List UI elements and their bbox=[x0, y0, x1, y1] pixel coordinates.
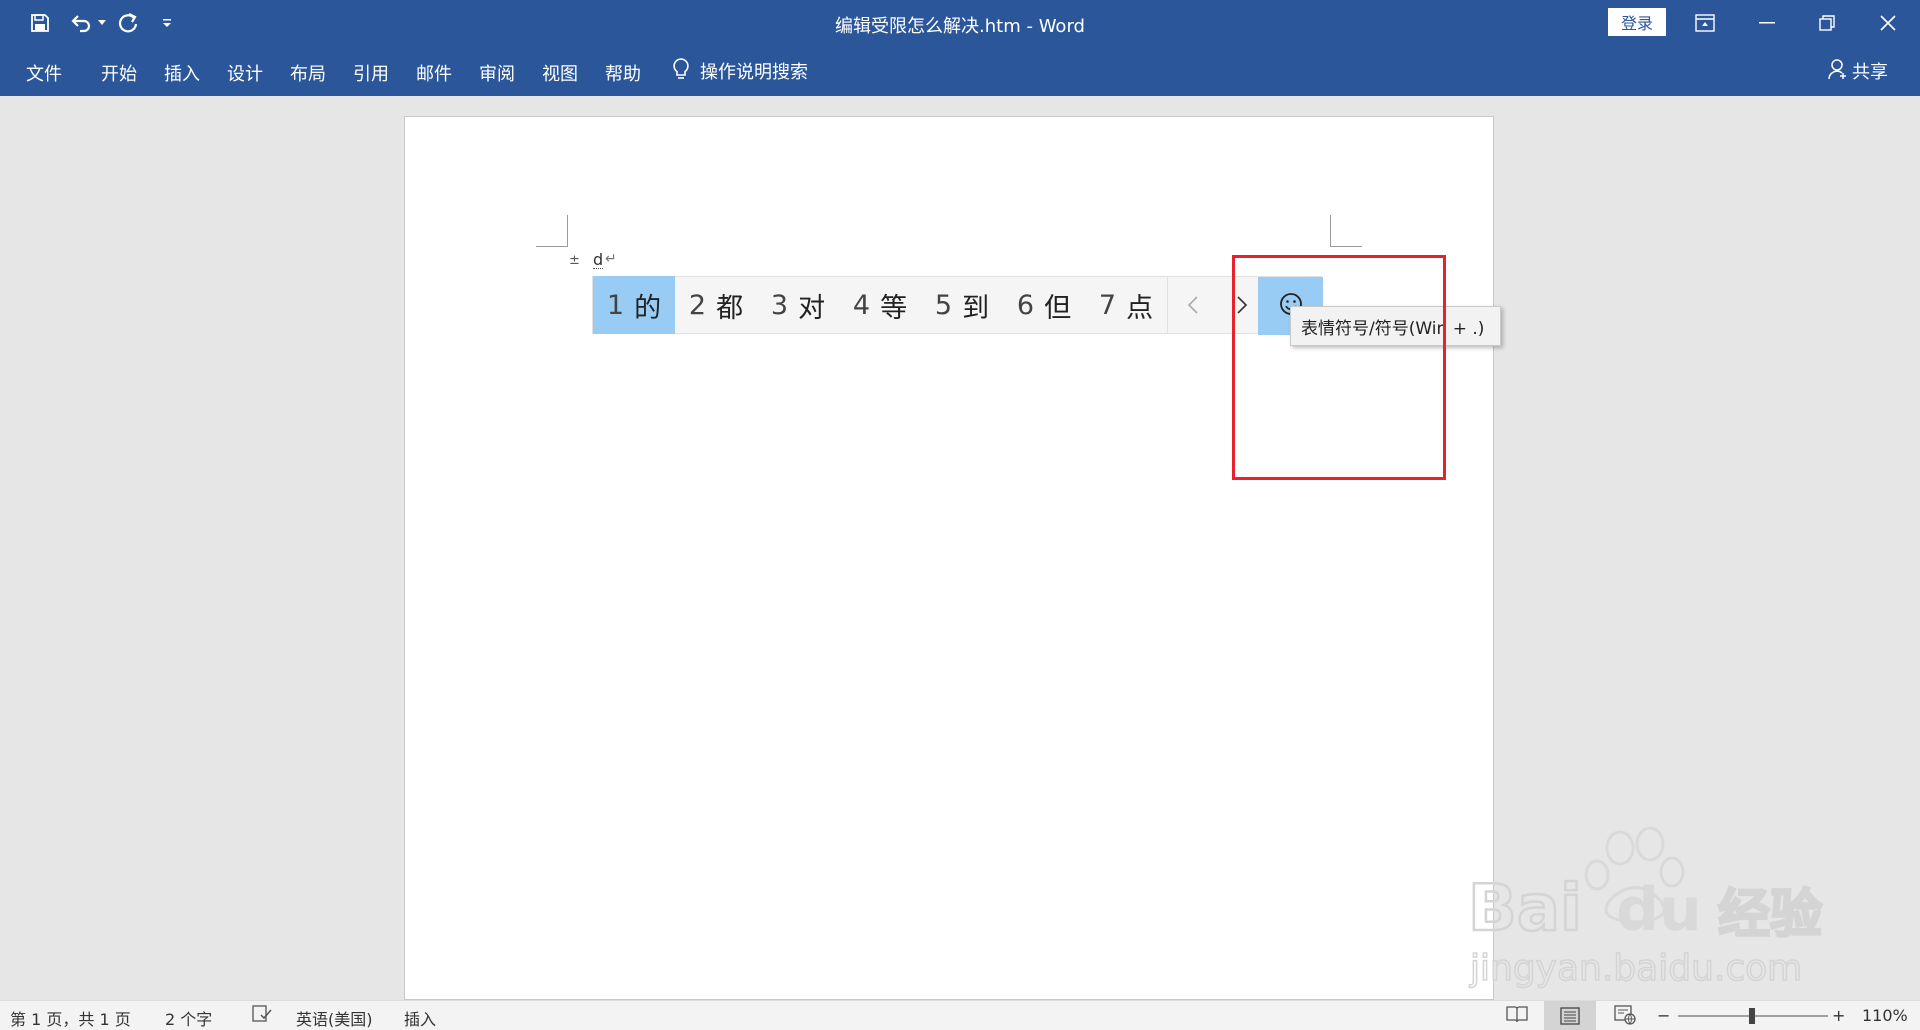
tab-layout[interactable]: 布局 bbox=[290, 60, 326, 86]
print-layout-icon[interactable] bbox=[1544, 1001, 1596, 1030]
candidate-number: 7 bbox=[1098, 289, 1117, 321]
search-label: 操作说明搜索 bbox=[700, 62, 808, 83]
candidate-char: 点 bbox=[1126, 292, 1154, 324]
share-label: 共享 bbox=[1852, 62, 1888, 83]
tab-view[interactable]: 视图 bbox=[542, 60, 578, 86]
candidate-number: 5 bbox=[934, 289, 953, 321]
language-indicator[interactable]: 英语(美国) bbox=[296, 1006, 373, 1030]
zoom-slider-thumb[interactable] bbox=[1749, 1008, 1755, 1024]
undo-icon[interactable] bbox=[66, 8, 96, 38]
status-bar: 第 1 页，共 1 页 2 个字 英语(美国) 插入 − + 110% bbox=[0, 1000, 1920, 1030]
zoom-level[interactable]: 110% bbox=[1862, 1006, 1908, 1025]
tab-design[interactable]: 设计 bbox=[227, 60, 263, 86]
login-button[interactable]: 登录 bbox=[1608, 8, 1666, 36]
chevron-left-icon[interactable] bbox=[1167, 276, 1217, 334]
annotation-highlight-box bbox=[1232, 255, 1446, 480]
page-info[interactable]: 第 1 页，共 1 页 bbox=[10, 1006, 131, 1030]
candidate-char: 都 bbox=[716, 292, 744, 324]
share-button[interactable]: 共享 bbox=[1828, 56, 1888, 86]
candidate-4[interactable]: 4等 bbox=[839, 276, 921, 334]
undo-dropdown-icon[interactable] bbox=[96, 8, 108, 38]
watermark-url: jingyan.baidu.com bbox=[1469, 948, 1802, 989]
candidate-1[interactable]: 1的 bbox=[593, 276, 675, 334]
read-mode-icon[interactable] bbox=[1506, 1005, 1528, 1023]
redo-icon[interactable] bbox=[114, 8, 144, 38]
web-layout-icon[interactable] bbox=[1614, 1005, 1636, 1025]
candidate-number: 1 bbox=[606, 289, 625, 321]
composition-text: d bbox=[593, 250, 604, 269]
candidate-6[interactable]: 6但 bbox=[1003, 276, 1085, 334]
candidate-char: 等 bbox=[880, 292, 908, 324]
candidate-number: 6 bbox=[1016, 289, 1035, 321]
candidate-char: 但 bbox=[1044, 292, 1072, 324]
tab-home[interactable]: 开始 bbox=[101, 60, 137, 86]
tab-file[interactable]: 文件 bbox=[26, 60, 62, 86]
candidate-char: 到 bbox=[962, 292, 990, 324]
candidate-5[interactable]: 5到 bbox=[921, 276, 1003, 334]
proofing-icon[interactable] bbox=[252, 1005, 272, 1023]
tab-insert[interactable]: 插入 bbox=[164, 60, 200, 86]
minimize-icon[interactable] bbox=[1737, 0, 1797, 46]
candidate-char: 对 bbox=[798, 292, 826, 324]
zoom-in-button[interactable]: + bbox=[1832, 1006, 1845, 1025]
svg-text:Bai: Bai bbox=[1468, 872, 1582, 946]
candidate-2[interactable]: 2都 bbox=[675, 276, 757, 334]
ime-candidate-bar: 1的 2都 3对 4等 5到 6但 7点 bbox=[592, 276, 1323, 335]
crop-mark-top-right bbox=[1330, 215, 1362, 247]
customize-icon[interactable] bbox=[158, 8, 176, 38]
svg-text:du: du bbox=[1616, 875, 1702, 945]
candidate-number: 2 bbox=[688, 289, 707, 321]
restore-icon[interactable] bbox=[1797, 0, 1857, 46]
tab-mailings[interactable]: 邮件 bbox=[416, 60, 452, 86]
person-icon bbox=[1828, 58, 1848, 85]
ribbon-display-icon[interactable] bbox=[1675, 0, 1735, 46]
save-icon[interactable] bbox=[26, 8, 54, 38]
paragraph-mark: ↵ bbox=[605, 251, 617, 267]
candidate-number: 3 bbox=[770, 289, 789, 321]
ribbon-tabs: 文件 开始 插入 设计 布局 引用 邮件 审阅 视图 帮助 操作说明搜索 共享 bbox=[0, 46, 1920, 96]
candidate-number: 4 bbox=[852, 289, 871, 321]
zoom-out-button[interactable]: − bbox=[1657, 1006, 1670, 1025]
anchor-mark: ± bbox=[569, 253, 580, 268]
insert-mode[interactable]: 插入 bbox=[404, 1006, 436, 1030]
candidate-char: 的 bbox=[634, 292, 662, 324]
tab-help[interactable]: 帮助 bbox=[605, 60, 641, 86]
candidate-7[interactable]: 7点 bbox=[1085, 276, 1167, 334]
svg-text:经验: 经验 bbox=[1718, 885, 1822, 945]
tell-me-search[interactable]: 操作说明搜索 bbox=[672, 56, 808, 86]
tab-review[interactable]: 审阅 bbox=[479, 60, 515, 86]
baidu-watermark: Bai du 经验 jingyan.baidu.com bbox=[1460, 820, 1840, 990]
close-icon[interactable] bbox=[1858, 0, 1918, 46]
crop-mark-top-left bbox=[536, 215, 568, 247]
tab-references[interactable]: 引用 bbox=[353, 60, 389, 86]
candidate-3[interactable]: 3对 bbox=[757, 276, 839, 334]
lightbulb-icon bbox=[672, 57, 690, 85]
word-count[interactable]: 2 个字 bbox=[165, 1006, 212, 1030]
title-bar: 编辑受限怎么解决.htm - Word 登录 bbox=[0, 0, 1920, 46]
document-page[interactable]: ± d ↵ bbox=[404, 116, 1494, 1000]
zoom-slider[interactable] bbox=[1678, 1008, 1828, 1024]
